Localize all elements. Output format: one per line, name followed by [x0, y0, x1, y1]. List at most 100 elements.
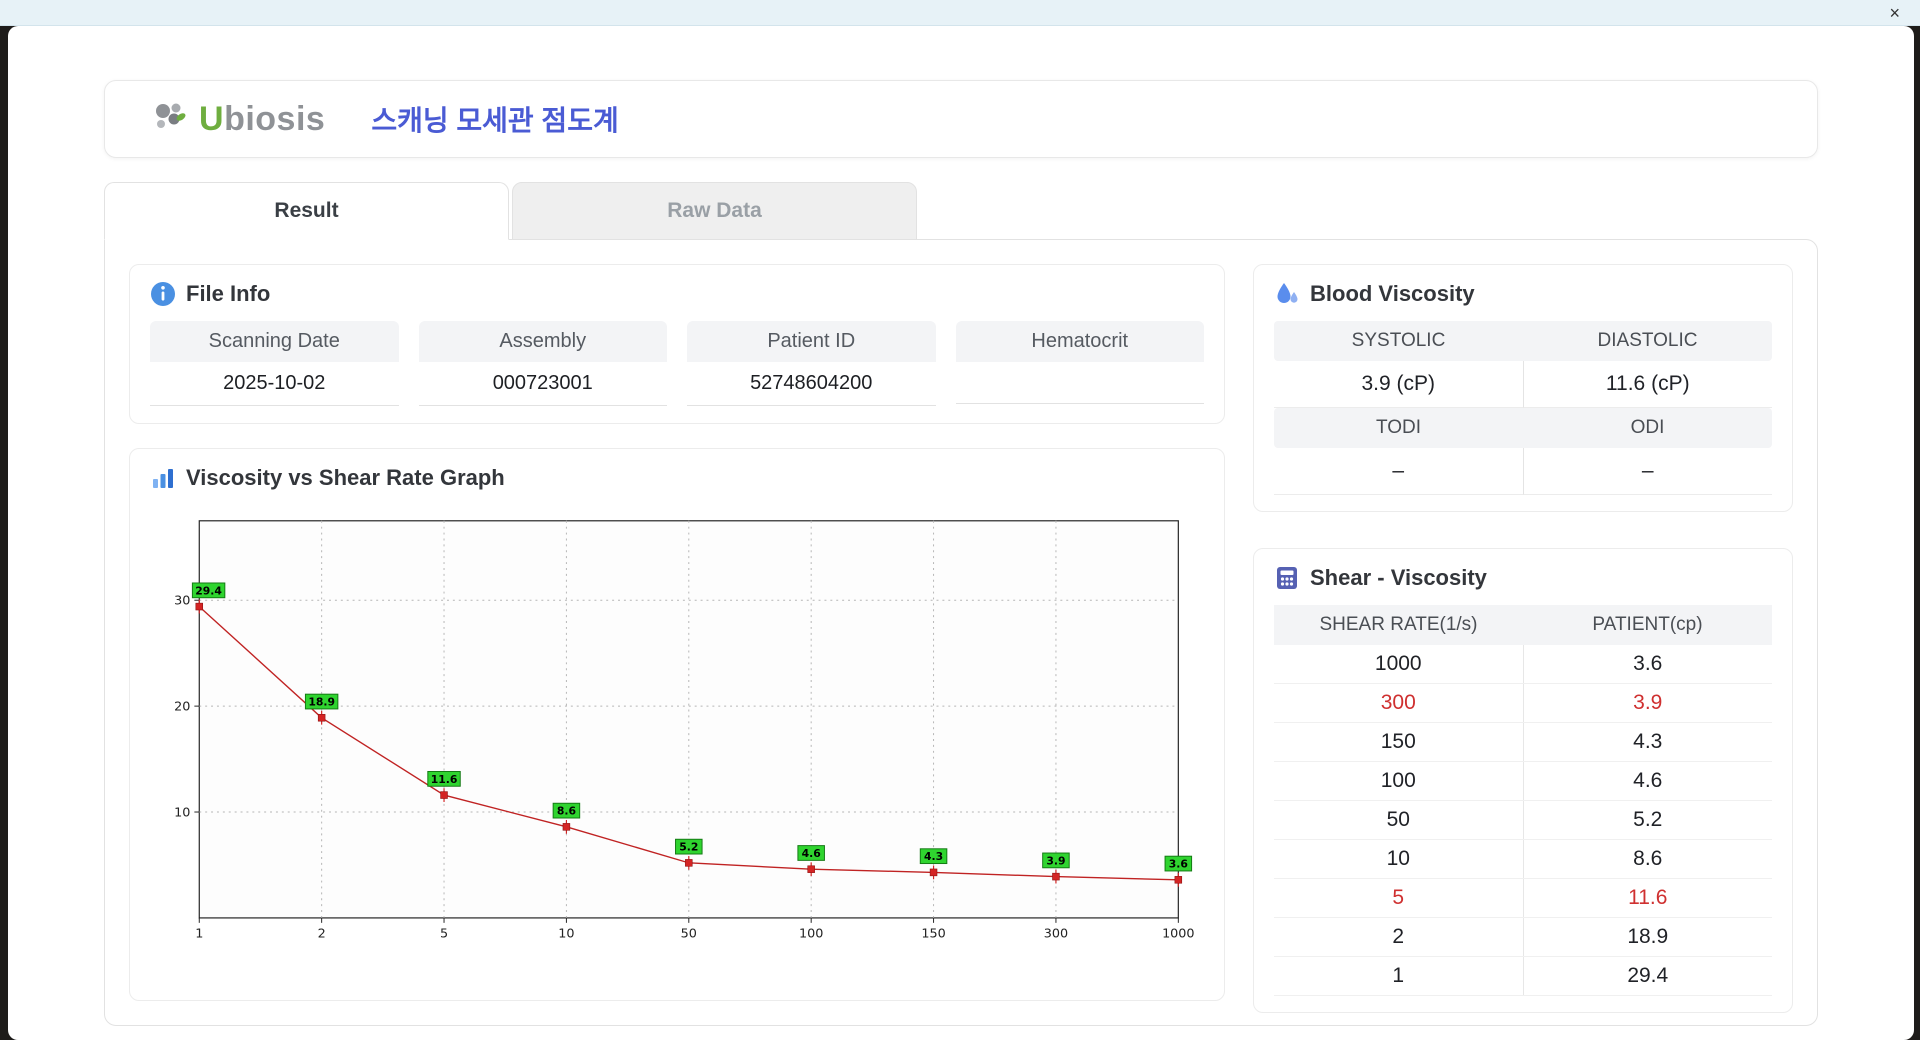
- file-info-field: Hematocrit: [955, 321, 1204, 406]
- bv-header-cell: SYSTOLIC: [1351, 330, 1446, 351]
- main-panel: File Info Scanning Date 2025-10-02 Assembl…: [104, 239, 1818, 1026]
- patient-viscosity-cell: 3.9: [1523, 683, 1772, 723]
- patient-column-header: PATIENT(cp): [1523, 605, 1772, 645]
- patient-viscosity-cell: 4.3: [1523, 722, 1772, 762]
- shear-rate-cell: 5: [1274, 878, 1524, 918]
- info-icon: [150, 281, 176, 307]
- blood-viscosity-card: Blood Viscosity SYSTOLIC DIASTOLIC 3.9 (cP…: [1253, 264, 1793, 512]
- shear-table-row: 100 4.6: [1274, 761, 1772, 801]
- patient-viscosity-cell: 8.6: [1523, 839, 1772, 879]
- bv-value-cell: 11.6 (cP): [1523, 361, 1772, 408]
- field-value: 2025-10-02: [150, 362, 399, 406]
- shear-rate-cell: 1000: [1274, 645, 1524, 684]
- svg-text:50: 50: [681, 927, 697, 942]
- shear-table-row: 1000 3.6: [1274, 645, 1772, 684]
- app-content: Ubiosis 스캐닝 모세관 점도계 Result Raw Data File…: [8, 26, 1914, 1040]
- shear-rate-cell: 1: [1274, 956, 1524, 996]
- shear-table-row: 5 11.6: [1274, 878, 1772, 918]
- svg-text:30: 30: [174, 594, 190, 609]
- window-titlebar: ×: [0, 0, 1920, 26]
- page-title: 스캐닝 모세관 점도계: [371, 105, 619, 136]
- svg-text:5: 5: [440, 927, 448, 942]
- svg-text:300: 300: [1044, 927, 1068, 942]
- shear-table-header-row: SHEAR RATE(1/s) PATIENT(cp): [1274, 605, 1772, 645]
- field-value: 000723001: [418, 362, 667, 406]
- shear-table-row: 10 8.6: [1274, 839, 1772, 879]
- shear-table-row: 300 3.9: [1274, 683, 1772, 723]
- right-column: Blood Viscosity SYSTOLIC DIASTOLIC 3.9 (cP…: [1253, 264, 1793, 1013]
- bv-header-cell: DIASTOLIC: [1597, 330, 1698, 351]
- shear-table-row: 1 29.4: [1274, 956, 1772, 996]
- field-label: Patient ID: [687, 321, 936, 362]
- file-info-field: Scanning Date 2025-10-02: [150, 321, 399, 406]
- shear-table-row: 150 4.3: [1274, 722, 1772, 762]
- svg-text:1: 1: [195, 927, 203, 942]
- file-info-title-row: File Info: [150, 281, 1204, 307]
- logo-text: Ubiosis: [199, 100, 325, 139]
- svg-text:150: 150: [921, 927, 945, 942]
- tab-result[interactable]: Result: [104, 182, 509, 240]
- bv-value-cell: 3.9 (cP): [1274, 361, 1524, 408]
- bv-header-cell: TODI: [1375, 417, 1422, 438]
- file-info-field: Assembly 000723001: [418, 321, 667, 406]
- svg-text:3.6: 3.6: [1169, 858, 1188, 871]
- graph-card: Viscosity vs Shear Rate Graph 10 20 30 1 2 5 1…: [129, 448, 1225, 1001]
- file-info-card: File Info Scanning Date 2025-10-02 Assembl…: [129, 264, 1225, 424]
- svg-text:1000: 1000: [1162, 927, 1195, 942]
- svg-text:3.9: 3.9: [1046, 854, 1065, 867]
- ubiosis-logo: Ubiosis: [149, 97, 325, 141]
- field-label: Assembly: [418, 321, 667, 362]
- bv-value-cell: –: [1523, 448, 1772, 495]
- tab-raw-data[interactable]: Raw Data: [512, 182, 917, 240]
- svg-text:20: 20: [174, 700, 190, 715]
- field-label: Scanning Date: [150, 321, 399, 362]
- shear-viscosity-table: SHEAR RATE(1/s) PATIENT(cp) 1000 3.6 300 3.…: [1274, 605, 1772, 996]
- svg-text:8.6: 8.6: [557, 805, 576, 818]
- bv-header-row: SYSTOLIC DIASTOLIC: [1274, 321, 1772, 361]
- graph-title-row: Viscosity vs Shear Rate Graph: [150, 465, 1204, 491]
- shear-rate-cell: 150: [1274, 722, 1524, 762]
- blood-viscosity-grid: SYSTOLIC DIASTOLIC 3.9 (cP) 11.6 (cP) TODI OD…: [1274, 321, 1772, 495]
- shear-rate-cell: 50: [1274, 800, 1524, 840]
- app-window: Ubiosis 스캐닝 모세관 점도계 Result Raw Data File…: [8, 26, 1914, 1040]
- shear-table-body: 1000 3.6 300 3.9 150 4.3 100 4.6 50 5.2 10 8.6 5 11.6…: [1274, 645, 1772, 996]
- field-value: 52748604200: [687, 362, 936, 406]
- water-drop-icon: [1274, 281, 1300, 307]
- blood-viscosity-title: Blood Viscosity: [1310, 281, 1475, 306]
- shear-rate-cell: 300: [1274, 683, 1524, 723]
- patient-viscosity-cell: 3.6: [1523, 645, 1772, 684]
- left-column: File Info Scanning Date 2025-10-02 Assembl…: [129, 264, 1225, 1001]
- header-card: Ubiosis 스캐닝 모세관 점도계: [104, 80, 1818, 158]
- field-value: [955, 362, 1204, 404]
- shear-rate-column-header: SHEAR RATE(1/s): [1274, 605, 1523, 645]
- file-info-title: File Info: [186, 281, 271, 306]
- shear-rate-cell: 10: [1274, 839, 1524, 879]
- svg-text:2: 2: [318, 927, 326, 942]
- bar-chart-icon: [150, 465, 176, 491]
- bv-header-row: TODI ODI: [1274, 408, 1772, 448]
- close-button[interactable]: ×: [1883, 4, 1906, 22]
- tab-bar: Result Raw Data: [104, 182, 1818, 240]
- bv-value-row: 3.9 (cP) 11.6 (cP): [1274, 361, 1772, 408]
- svg-text:5.2: 5.2: [679, 841, 698, 854]
- patient-viscosity-cell: 5.2: [1523, 800, 1772, 840]
- shear-table-row: 50 5.2: [1274, 800, 1772, 840]
- svg-text:10: 10: [558, 927, 574, 942]
- patient-viscosity-cell: 4.6: [1523, 761, 1772, 801]
- shear-viscosity-card: Shear - Viscosity SHEAR RATE(1/s) PATIEN…: [1253, 548, 1793, 1013]
- shear-viscosity-title: Shear - Viscosity: [1310, 565, 1487, 590]
- patient-viscosity-cell: 11.6: [1523, 878, 1772, 918]
- file-info-fields: Scanning Date 2025-10-02 Assembly 000723001…: [150, 321, 1204, 406]
- logo-icon: [156, 103, 186, 128]
- logo-text-u: U: [199, 99, 225, 138]
- file-info-field: Patient ID 52748604200: [687, 321, 936, 406]
- svg-text:4.3: 4.3: [924, 850, 943, 863]
- chart-wrap: 10 20 30 1 2 5 10 50 100 150 300 1000 29.4 18.9 11.6 8.…: [150, 505, 1204, 984]
- svg-text:100: 100: [799, 927, 823, 942]
- calculator-icon: [1274, 565, 1300, 591]
- logo-text-rest: biosis: [224, 99, 326, 138]
- bv-value-cell: –: [1274, 448, 1524, 495]
- svg-text:29.4: 29.4: [195, 584, 222, 597]
- patient-viscosity-cell: 18.9: [1523, 917, 1772, 957]
- shear-viscosity-title-row: Shear - Viscosity: [1274, 565, 1772, 591]
